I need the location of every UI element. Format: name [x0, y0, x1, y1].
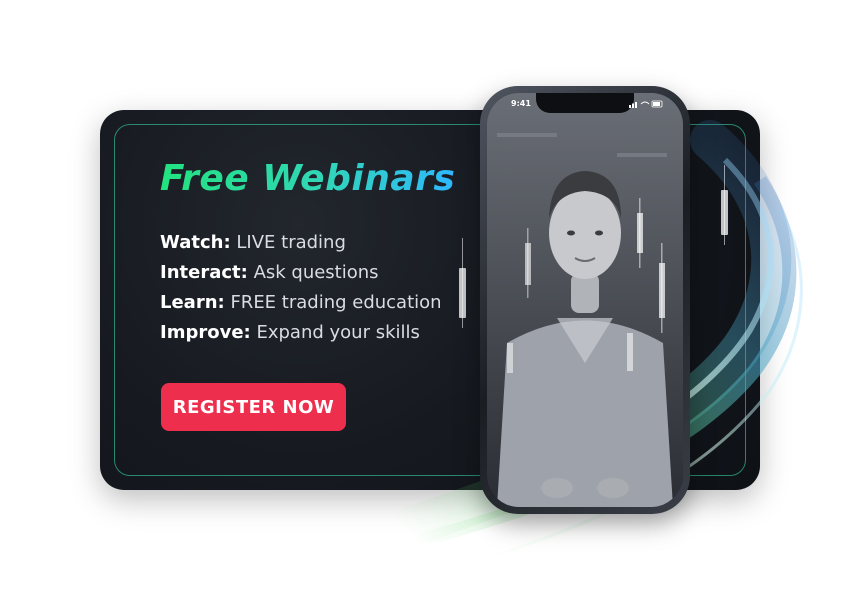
candle — [721, 190, 728, 235]
feature-item: Learn: FREE trading education — [160, 288, 442, 318]
feature-key: Improve: — [160, 322, 251, 343]
candle — [459, 268, 466, 318]
feature-text: Expand your skills — [256, 322, 420, 343]
feature-item: Watch: LIVE trading — [160, 228, 442, 258]
feature-item: Interact: Ask questions — [160, 258, 442, 288]
feature-item: Improve: Expand your skills — [160, 318, 442, 348]
feature-key: Interact: — [160, 262, 248, 283]
feature-list: Watch: LIVE trading Interact: Ask questi… — [160, 228, 442, 348]
phone-mockup: 9:41 — [480, 86, 690, 514]
phone-screen: 9:41 — [487, 93, 683, 507]
register-button[interactable]: REGISTER NOW — [161, 383, 346, 431]
status-time: 9:41 — [511, 99, 531, 108]
page-title: Free Webinars — [160, 158, 456, 199]
presenter-image — [487, 93, 683, 507]
feature-text: Ask questions — [253, 262, 379, 283]
feature-key: Learn: — [160, 292, 225, 313]
status-icons — [629, 100, 663, 108]
feature-text: LIVE trading — [236, 232, 346, 253]
feature-key: Watch: — [160, 232, 231, 253]
phone-notch — [536, 93, 634, 113]
feature-text: FREE trading education — [230, 292, 442, 313]
